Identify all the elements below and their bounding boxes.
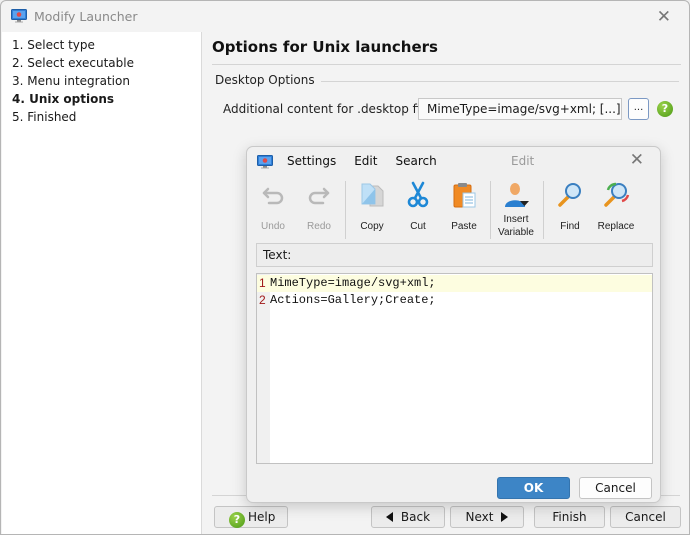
replace-label: Replace: [597, 221, 635, 232]
window-title: Modify Launcher: [34, 9, 138, 24]
redo-button[interactable]: Redo: [297, 179, 341, 239]
steps-sidebar: 1. Select type 2. Select executable 3. M…: [2, 32, 202, 534]
menu-edit[interactable]: Edit: [354, 154, 377, 168]
section-label: Desktop Options: [215, 73, 321, 87]
monitor-app-icon: [257, 155, 273, 169]
arrow-right-icon: [501, 512, 509, 522]
help-button[interactable]: ? Help: [214, 506, 288, 528]
replace-icon: [604, 182, 630, 207]
undo-icon: [262, 187, 284, 205]
dialog-toolbar: Undo Redo Copy Cut Paste Insert Variable…: [247, 177, 660, 241]
title-divider: [212, 64, 681, 65]
dialog-menu-bar: Settings Edit Search: [287, 154, 455, 168]
cut-icon: [407, 181, 429, 208]
paste-button[interactable]: Paste: [442, 179, 486, 239]
copy-icon: [361, 183, 384, 207]
insert-variable-line1: Insert: [503, 214, 529, 225]
dialog-cancel-button[interactable]: Cancel: [579, 477, 652, 499]
title-bar: Modify Launcher ✕: [1, 1, 689, 32]
paste-icon: [453, 183, 476, 208]
text-label: Text:: [256, 243, 653, 267]
monitor-app-icon: [11, 9, 27, 23]
help-icon[interactable]: ?: [657, 101, 673, 117]
line-code: MimeType=image/svg+xml;: [270, 276, 436, 290]
menu-search[interactable]: Search: [395, 154, 436, 168]
editor-line[interactable]: 1 MimeType=image/svg+xml;: [257, 275, 652, 292]
step-select-executable[interactable]: 2. Select executable: [12, 54, 201, 72]
next-button[interactable]: Next: [450, 506, 524, 528]
help-label: Help: [248, 510, 276, 524]
close-icon[interactable]: ✕: [630, 150, 644, 170]
replace-button[interactable]: Replace: [594, 179, 638, 239]
arrow-left-icon: [385, 512, 393, 522]
line-number: 1: [259, 276, 266, 290]
step-unix-options[interactable]: 4. Unix options: [12, 90, 201, 108]
desktop-content-label: Additional content for .desktop file:: [223, 102, 435, 116]
next-label: Next: [465, 510, 494, 524]
back-label: Back: [400, 510, 431, 524]
back-button[interactable]: Back: [371, 506, 445, 528]
cancel-button[interactable]: Cancel: [610, 506, 681, 528]
finish-button[interactable]: Finish: [534, 506, 605, 528]
step-select-type[interactable]: 1. Select type: [12, 36, 201, 54]
insert-variable-button[interactable]: Insert Variable: [494, 179, 538, 239]
ok-button[interactable]: OK: [497, 477, 570, 499]
page-title: Options for Unix launchers: [212, 38, 438, 56]
step-finished[interactable]: 5. Finished: [12, 108, 201, 126]
editor-line[interactable]: 2 Actions=Gallery;Create;: [257, 292, 652, 309]
edit-dialog: Settings Edit Search Edit ✕ Undo Redo Co…: [246, 146, 661, 503]
menu-settings[interactable]: Settings: [287, 154, 336, 168]
text-editor[interactable]: 1 MimeType=image/svg+xml; 2 Actions=Gall…: [256, 273, 653, 464]
step-menu-integration[interactable]: 3. Menu integration: [12, 72, 201, 90]
section-divider: [313, 81, 679, 82]
desktop-content-field[interactable]: MimeType=image/svg+xml; [...]: [418, 98, 622, 120]
dialog-title: Edit: [511, 154, 535, 168]
line-number: 2: [259, 293, 266, 307]
redo-icon: [308, 187, 330, 205]
insert-variable-icon: [505, 183, 529, 207]
help-icon: ?: [229, 512, 245, 528]
line-code: Actions=Gallery;Create;: [270, 293, 436, 307]
find-icon: [558, 183, 581, 207]
close-icon[interactable]: ✕: [657, 7, 671, 27]
insert-variable-line2: Variable: [498, 227, 534, 238]
edit-content-button[interactable]: ...: [628, 98, 649, 120]
